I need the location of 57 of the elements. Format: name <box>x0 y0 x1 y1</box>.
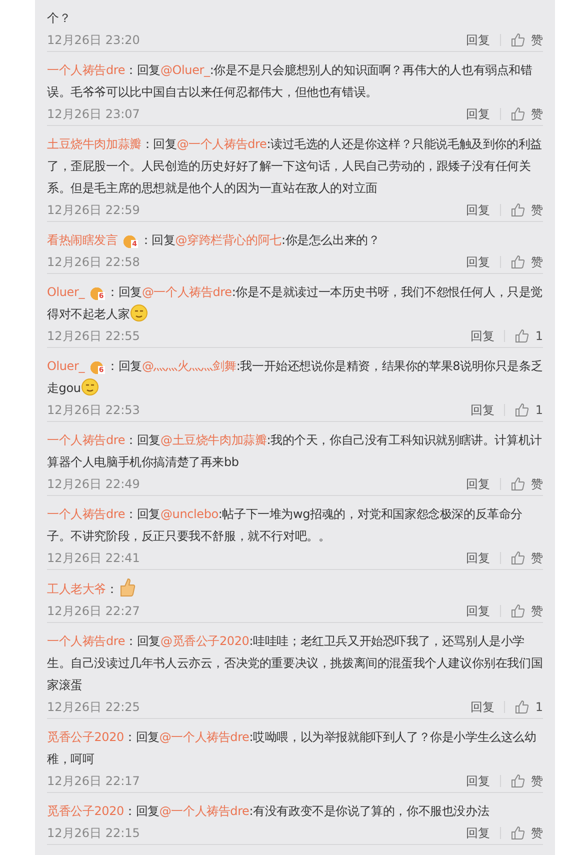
comment-text: 一个人祷告dre：回复@Oluer_:你是不是只会臆想别人的知识面啊？再伟大的人也有弱点和错误。毛爷爷可以比中国自古以来任何忍都伟大，但他也有错误。 <box>47 62 534 101</box>
like-button[interactable]: 赞 <box>511 254 543 270</box>
comment-time: 12月26日 22:59 <box>47 202 141 218</box>
reply-link[interactable]: 回复 <box>470 402 494 418</box>
comment-text: 一个人祷告dre：回复@unclebo:帖子下一堆为wg招魂的，对党和国家怨念极深的反革命分子。不讲究阶段，反正只要我不舒服，就不行对吧。。 <box>47 506 524 545</box>
thumbs-up-icon <box>515 403 530 417</box>
thumbs-up-icon <box>511 203 525 217</box>
comment-text: 土豆烧牛肉加蒜瓣：回复@一个人祷告dre:读过毛选的人还是你这样？只能说毛触及到你的利益了，歪屁股一个。人民创造的历史好好了解一下这句话，人民自己劳动的，跟矮子没有任何关系。但是毛主席的思想就是他个人的因为一直站在敌人的对立面 <box>47 136 543 197</box>
reply-link[interactable]: 回复 <box>466 254 490 270</box>
comment-text: 觅香公子2020：回复@一个人祷告dre:有没有政变不是你说了算的，你不服也没办法 <box>47 803 490 820</box>
comment-time: 12月26日 23:07 <box>47 106 141 122</box>
comment-time: 12月26日 22:53 <box>47 402 141 418</box>
reply-link[interactable]: 回复 <box>466 602 490 620</box>
comment-time: 12月26日 22:49 <box>47 476 141 492</box>
like-button[interactable]: 1 <box>515 329 543 343</box>
reply-link[interactable]: 回复 <box>466 772 490 790</box>
thumbs-up-icon <box>511 33 525 47</box>
comment-text: 工人老大爷： <box>47 577 543 600</box>
like-button[interactable]: 赞 <box>511 550 543 566</box>
comment-time: 12月26日 22:25 <box>47 698 141 716</box>
comment-text: 觅香公子2020：回复@一个人祷告dre:哎呦喂，以为举报就能吓到人了？你是小学生么这么幼稚，呵呵 <box>47 729 538 768</box>
like-button[interactable]: 赞 <box>511 476 543 492</box>
comment-time: 12月26日 23:20 <box>47 32 141 48</box>
like-button[interactable]: 赞 <box>511 772 543 790</box>
comment-text: 一个人祷告dre：回复@觅香公子2020:哇哇哇；老红卫兵又开始恐吓我了，还骂别人是小学生。自己没读过几年书人云亦云，否决党的重要决议，挑拨离间的混蛋我个人建议你别在我们国家滚蛋 <box>47 633 543 694</box>
thumbs-up-icon <box>515 329 530 343</box>
reply-link[interactable]: 回复 <box>470 328 494 344</box>
thumbs-up-icon <box>511 604 525 618</box>
like-button[interactable]: 1 <box>515 700 543 714</box>
comment-time: 12月26日 22:17 <box>47 772 141 790</box>
like-button[interactable]: 赞 <box>511 106 543 122</box>
reply-link[interactable]: 回复 <box>466 106 490 122</box>
reply-link[interactable]: 回复 <box>466 550 490 566</box>
like-button[interactable]: 赞 <box>511 202 543 218</box>
comment-time: 12月26日 22:58 <box>47 254 141 270</box>
like-button[interactable]: 赞 <box>511 32 543 48</box>
thumbs-up-icon <box>511 107 525 121</box>
thumbs-up-icon <box>511 477 525 491</box>
comment-time: 12月26日 22:27 <box>47 602 141 620</box>
like-button[interactable]: 赞 <box>511 602 543 620</box>
reply-link[interactable]: 回复 <box>466 202 490 218</box>
thumbs-up-icon <box>511 551 525 565</box>
comment-time: 12月26日 22:41 <box>47 550 141 566</box>
reply-link[interactable]: 回复 <box>466 32 490 48</box>
thumbs-up-icon <box>511 255 525 269</box>
comment-time: 12月26日 22:15 <box>47 824 141 842</box>
reply-link[interactable]: 回复 <box>466 476 490 492</box>
thumbs-up-icon <box>511 826 525 840</box>
comment-text: 个？ <box>47 10 72 27</box>
thumbs-up-icon <box>511 774 525 788</box>
comment-text: 一个人祷告dre：回复@土豆烧牛肉加蒜瓣:我的个天，你自己没有工科知识就别瞎讲。计算机计算器个人电脑手机你搞清楚了再来bb <box>47 432 543 471</box>
like-button[interactable]: 1 <box>515 403 543 417</box>
like-button[interactable]: 赞 <box>511 824 543 842</box>
comment-time: 12月26日 22:55 <box>47 328 141 344</box>
reply-link[interactable]: 回复 <box>466 824 490 842</box>
thumbs-up-icon <box>515 700 530 714</box>
reply-link[interactable]: 回复 <box>470 698 494 716</box>
